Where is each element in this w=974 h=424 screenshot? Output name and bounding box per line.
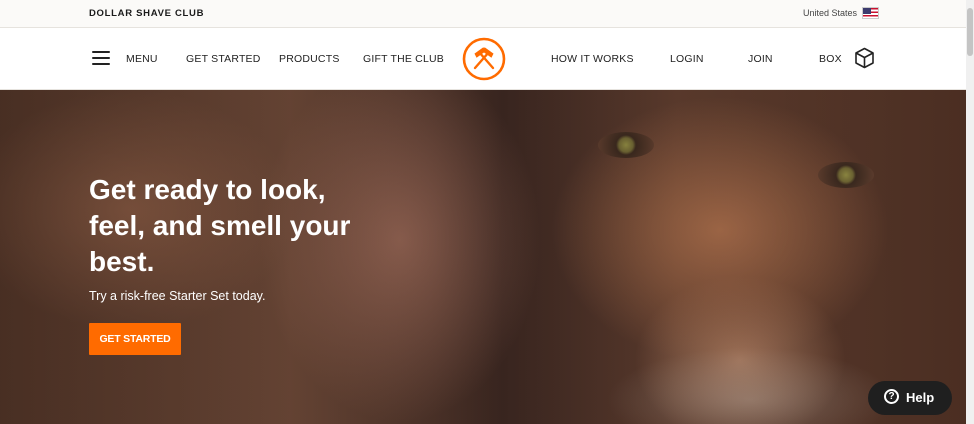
nav-box[interactable]: BOX [819,53,842,65]
nav-products[interactable]: PRODUCTS [279,53,340,65]
scrollbar-thumb[interactable] [967,8,973,56]
hero-headline: Get ready to look, feel, and smell your … [89,174,351,277]
brand-name[interactable]: DOLLAR SHAVE CLUB [89,8,204,19]
help-label: Help [906,390,935,405]
hamburger-menu-icon[interactable] [92,51,110,65]
page-scrollbar[interactable] [966,0,974,424]
main-nav: MENU GET STARTED PRODUCTS GIFT THE CLUB … [0,28,966,90]
hero-subline: Try a risk-free Starter Set today. [89,289,266,303]
country-selector[interactable]: United States [803,8,857,18]
top-bar: DOLLAR SHAVE CLUB United States [0,0,966,28]
help-button[interactable]: ? Help [868,381,952,415]
question-circle-icon: ? [884,389,899,404]
nav-get-started[interactable]: GET STARTED [186,53,261,65]
hero-banner: Get ready to look, feel, and smell your … [0,90,966,424]
nav-how-it-works[interactable]: HOW IT WORKS [551,53,634,65]
nav-gift-the-club[interactable]: GIFT THE CLUB [363,53,444,65]
box-cube-icon[interactable] [854,47,875,69]
nav-join[interactable]: JOIN [748,53,773,65]
nav-menu[interactable]: MENU [126,53,158,65]
get-started-button[interactable]: GET STARTED [89,323,181,355]
crossed-razors-logo-icon[interactable] [462,37,506,81]
us-flag-icon[interactable] [862,7,879,19]
nav-login[interactable]: LOGIN [670,53,704,65]
